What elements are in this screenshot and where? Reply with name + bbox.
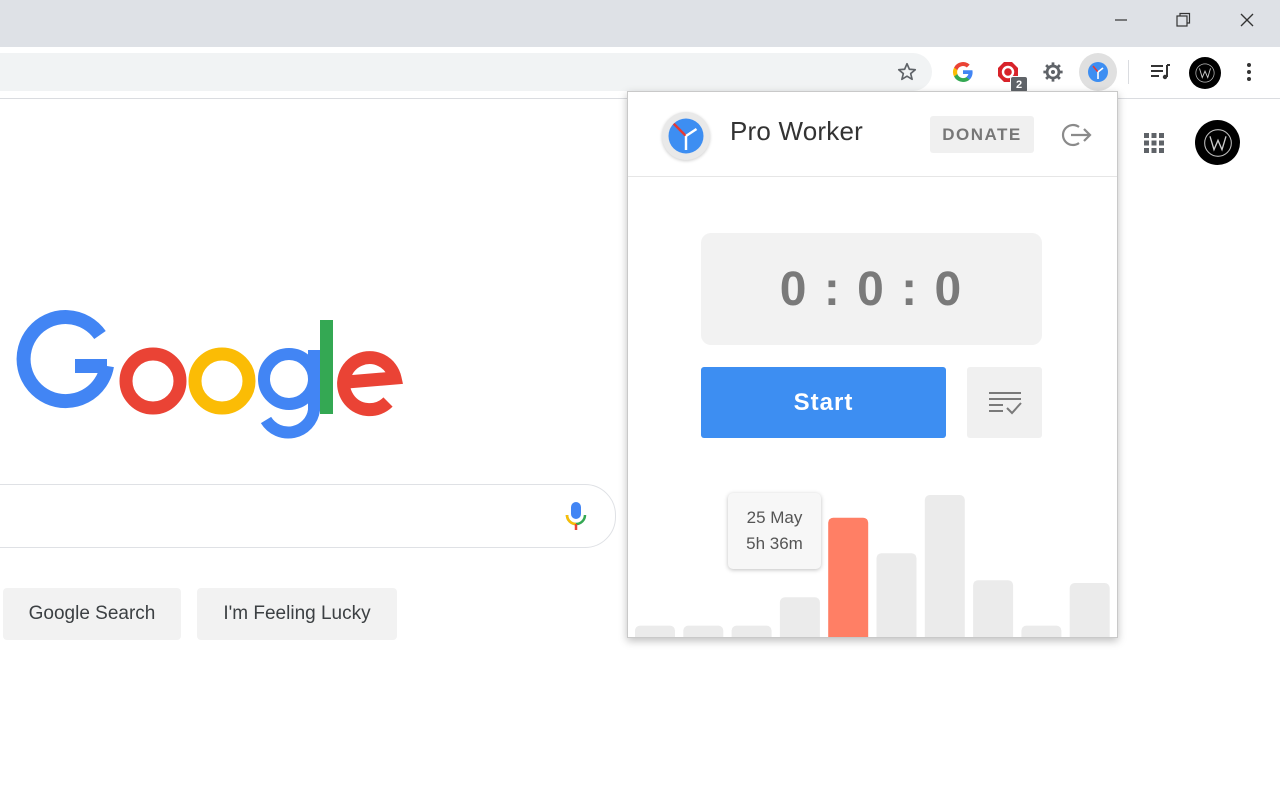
chart-bar[interactable] xyxy=(1021,625,1062,637)
minimize-button[interactable] xyxy=(1090,0,1152,40)
chart-bar[interactable] xyxy=(779,597,820,637)
media-controls-button[interactable] xyxy=(1146,58,1174,86)
app-title: Pro Worker xyxy=(730,116,863,146)
activity-chart xyxy=(635,495,1110,637)
title-bar xyxy=(0,0,1280,47)
chart-bar[interactable] xyxy=(731,625,772,637)
profile-avatar-button[interactable] xyxy=(1189,57,1221,89)
chart-bar[interactable] xyxy=(876,553,917,637)
chart-bar[interactable] xyxy=(924,495,965,637)
logout-button[interactable] xyxy=(1058,120,1094,150)
tooltip-duration: 5h 36m xyxy=(746,534,803,553)
checklist-icon xyxy=(988,391,1022,414)
star-icon xyxy=(897,62,917,81)
settings-extension-button[interactable] xyxy=(1039,58,1067,86)
feeling-lucky-button[interactable]: I'm Feeling Lucky xyxy=(197,588,397,640)
popup-header: Pro Worker DONATE xyxy=(628,92,1117,177)
google-search-input[interactable] xyxy=(0,484,616,548)
pro-worker-extension-button[interactable] xyxy=(1079,53,1117,91)
voice-search-button[interactable] xyxy=(563,500,589,532)
apps-grid-icon xyxy=(1144,133,1164,153)
app-logo xyxy=(662,112,710,160)
restore-icon xyxy=(1176,12,1191,27)
pro-worker-popup: Pro Worker DONATE 0 : 0 : 0 Start 25 May… xyxy=(627,91,1118,638)
tooltip-date: 25 May xyxy=(746,508,803,527)
minimize-icon xyxy=(1115,19,1127,21)
address-bar[interactable] xyxy=(0,53,932,91)
google-g-icon xyxy=(953,62,973,83)
google-search-button[interactable]: Google Search xyxy=(3,588,181,640)
gear-icon xyxy=(1043,62,1063,82)
donate-button[interactable]: DONATE xyxy=(930,116,1034,153)
chart-tooltip: 25 May 5h 36m xyxy=(728,493,821,569)
avatar-emblem-icon xyxy=(1203,128,1232,157)
browser-menu-button[interactable] xyxy=(1235,58,1263,86)
google-extension-button[interactable] xyxy=(949,58,977,86)
avatar-emblem-icon xyxy=(1195,63,1215,83)
chart-bar[interactable] xyxy=(635,625,675,637)
more-vert-icon xyxy=(1247,63,1251,81)
logout-icon xyxy=(1061,123,1092,147)
chart-bar[interactable] xyxy=(828,517,869,637)
close-button[interactable] xyxy=(1216,0,1278,40)
task-list-button[interactable] xyxy=(967,367,1042,438)
bookmark-star-button[interactable] xyxy=(893,58,921,86)
toolbar-divider xyxy=(1128,60,1129,84)
chart-bar[interactable] xyxy=(973,580,1014,637)
clock-icon xyxy=(668,118,704,154)
chart-bar[interactable] xyxy=(1069,583,1110,637)
playlist-music-icon xyxy=(1151,64,1170,80)
close-icon xyxy=(1240,13,1254,27)
google-apps-button[interactable] xyxy=(1139,128,1169,158)
google-account-avatar[interactable] xyxy=(1195,120,1240,165)
chart-bar[interactable] xyxy=(683,625,724,637)
google-logo xyxy=(16,310,403,439)
start-button[interactable]: Start xyxy=(701,367,946,438)
restore-button[interactable] xyxy=(1152,0,1214,40)
microphone-icon xyxy=(565,502,587,530)
clock-icon xyxy=(1088,62,1108,82)
timer-display: 0 : 0 : 0 xyxy=(701,233,1042,345)
